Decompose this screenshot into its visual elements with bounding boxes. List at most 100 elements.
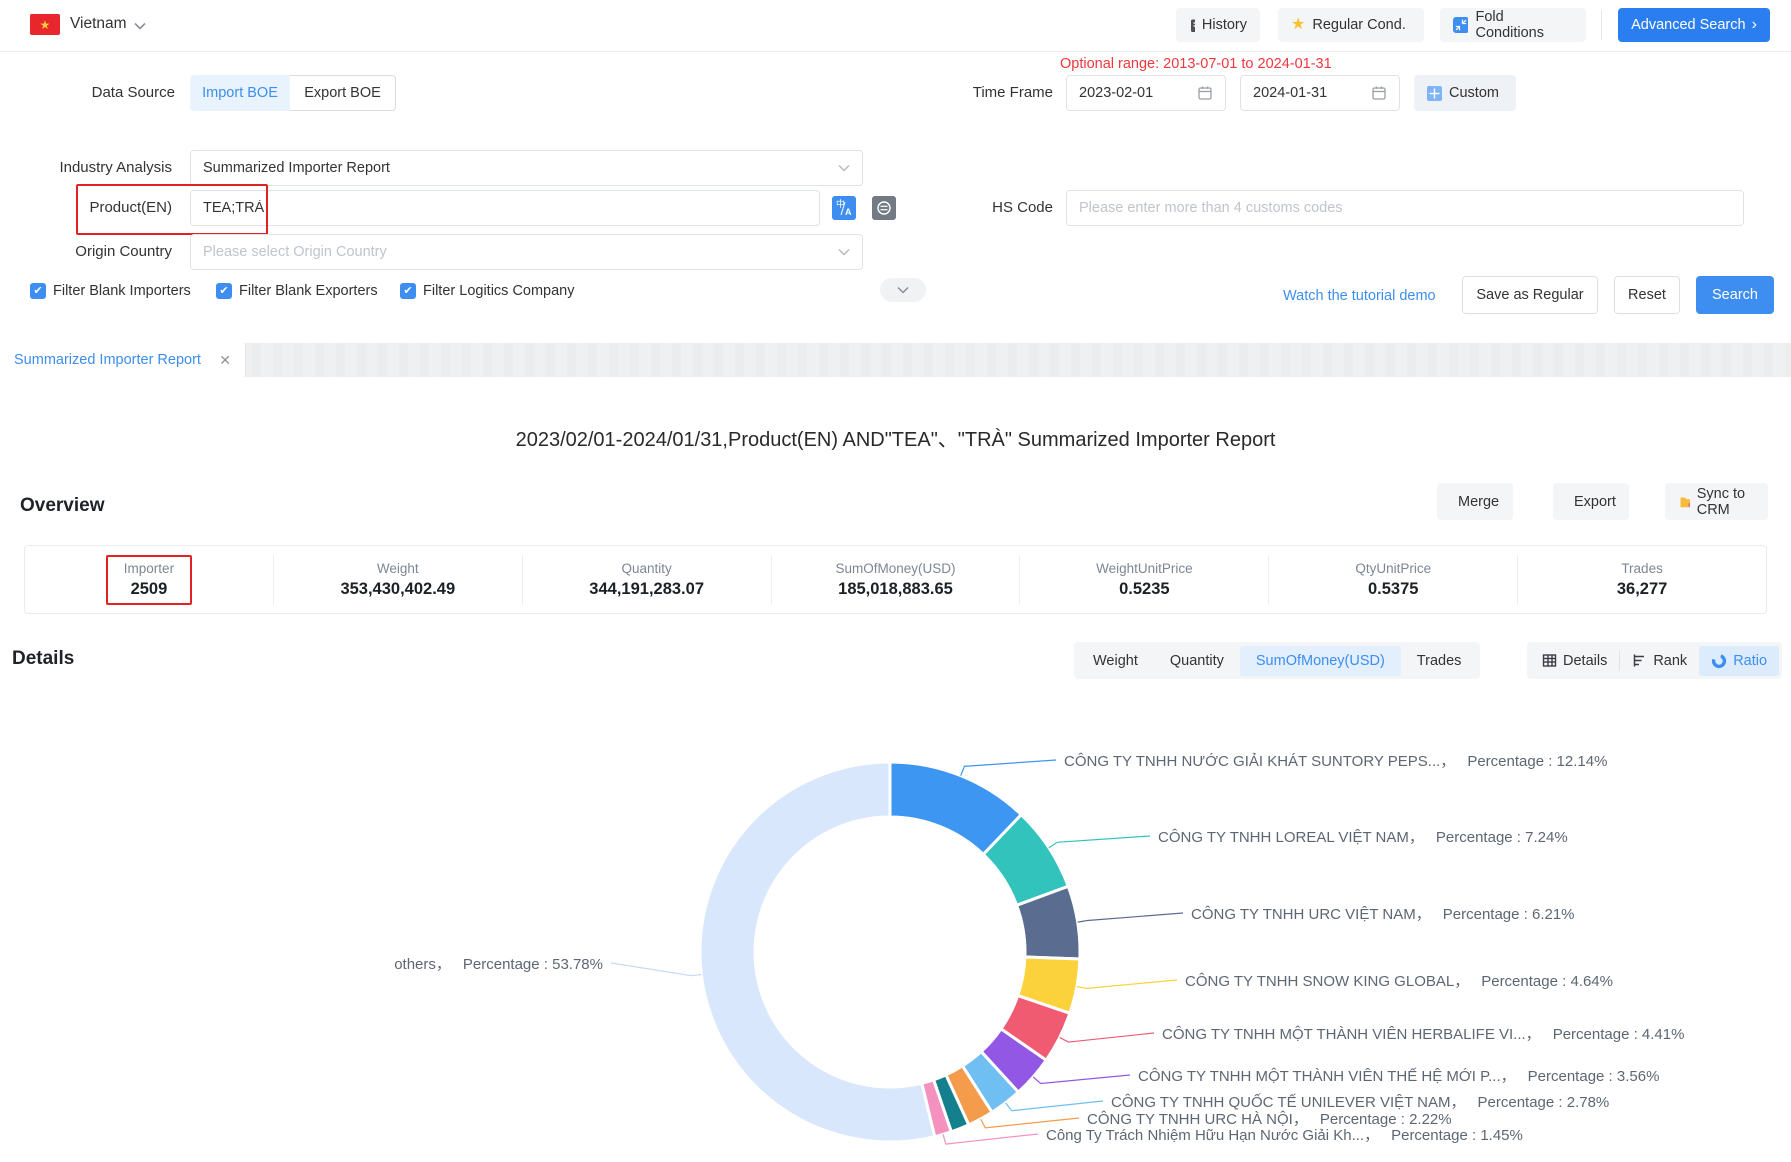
stat-label: Weight: [340, 561, 455, 576]
tab-sumofmoney-usd[interactable]: SumOfMoney(USD): [1240, 646, 1401, 676]
industry-analysis-select[interactable]: Summarized Importer Report: [190, 150, 863, 186]
stat-label: Importer: [124, 561, 174, 576]
chart-label-percentage: Percentage : 1.45%: [1391, 1127, 1523, 1144]
view-tabs: Details Rank Ratio: [1527, 642, 1782, 679]
stat-value: 344,191,283.07: [589, 580, 704, 599]
hs-code-label: HS Code: [900, 199, 1053, 216]
checkbox-checked-icon[interactable]: ✔: [30, 283, 46, 299]
watch-tutorial-link[interactable]: Watch the tutorial demo: [1283, 288, 1436, 304]
product-en-value[interactable]: [203, 200, 807, 216]
history-button[interactable]: History: [1176, 8, 1260, 42]
origin-country-select[interactable]: Please select Origin Country: [190, 234, 863, 270]
overview-stat: Trades36,277: [1517, 555, 1766, 605]
ratio-donut-chart: CÔNG TY TNHH NƯỚC GIẢI KHÁT SUNTORY PEPS…: [0, 690, 1791, 1162]
top-bar: ★ Vietnam History ★ Regular Cond. Fold C…: [0, 0, 1791, 52]
product-en-input[interactable]: [190, 190, 820, 226]
stat-label: WeightUnitPrice: [1096, 561, 1193, 576]
report-title: 2023/02/01-2024/01/31,Product(EN) AND"TE…: [0, 423, 1791, 452]
date-from-field[interactable]: 2023-02-01: [1066, 75, 1226, 111]
chart-label-name: CÔNG TY TNHH MỘT THÀNH VIÊN THẾ HỆ MỚI P…: [1138, 1068, 1516, 1085]
export-boe-tab[interactable]: Export BOE: [290, 75, 396, 111]
sync-to-crm-button[interactable]: Sync to CRM: [1665, 483, 1768, 520]
chart-label-line: [1078, 913, 1183, 922]
merge-button[interactable]: Merge: [1437, 483, 1513, 520]
tab-trades[interactable]: Trades: [1401, 646, 1478, 676]
tab-ratio-view[interactable]: Ratio: [1699, 646, 1779, 676]
translate-icon[interactable]: 中A: [832, 196, 856, 220]
fuzzy-match-icon[interactable]: [872, 196, 896, 220]
stat-label: SumOfMoney(USD): [835, 561, 955, 576]
tab-summarized-importer-report[interactable]: Summarized Importer Report ✕: [0, 343, 246, 377]
chart-label-line: [943, 1134, 1038, 1144]
chart-label-percentage: Percentage : 6.21%: [1443, 906, 1575, 923]
stat-value: 0.5235: [1096, 580, 1193, 599]
chevron-right-icon: ›: [1752, 17, 1757, 33]
stat-label: QtyUnitPrice: [1355, 561, 1431, 576]
overview-stat: QtyUnitPrice 0.5375: [1268, 555, 1517, 605]
history-icon: [1189, 18, 1195, 33]
custom-range-button[interactable]: Custom: [1414, 75, 1516, 111]
industry-analysis-label: Industry Analysis: [0, 159, 172, 176]
reset-button[interactable]: Reset: [1614, 276, 1680, 314]
divider: [1601, 10, 1602, 40]
date-to-field[interactable]: 2024-01-31: [1240, 75, 1400, 111]
vietnam-flag-icon: ★: [30, 14, 60, 35]
export-button[interactable]: Export: [1553, 483, 1629, 520]
chart-label-name: CÔNG TY TNHH LOREAL VIỆT NAM，: [1158, 829, 1424, 846]
optional-range-note: Optional range: 2013-07-01 to 2024-01-31: [1060, 56, 1332, 72]
checkbox-checked-icon[interactable]: ✔: [216, 283, 232, 299]
stat-value: 2509: [124, 580, 174, 599]
stat-value: 353,430,402.49: [340, 580, 455, 599]
calendar-icon: [1197, 85, 1213, 101]
table-icon: [1542, 653, 1557, 668]
chart-label: CÔNG TY TNHH MỘT THÀNH VIÊN THẾ HỆ MỚI P…: [1138, 1065, 1659, 1086]
stat-label: Trades: [1617, 561, 1667, 576]
overview-stat: Quantity344,191,283.07: [522, 555, 771, 605]
tab-quantity[interactable]: Quantity: [1154, 646, 1240, 676]
overview-stats-card: Importer 2509 Weight 353,430,402.49 Quantity…: [24, 545, 1767, 614]
chart-label: CÔNG TY TNHH NƯỚC GIẢI KHÁT SUNTORY PEPS…: [1064, 750, 1607, 771]
regular-cond-button[interactable]: ★ Regular Cond.: [1278, 8, 1424, 42]
hs-code-value[interactable]: [1079, 200, 1731, 216]
close-icon[interactable]: ✕: [219, 352, 231, 369]
chart-label-name: others，: [394, 956, 451, 973]
rank-icon: [1632, 653, 1647, 668]
chevron-down-icon[interactable]: [134, 22, 146, 30]
save-as-regular-button[interactable]: Save as Regular: [1462, 276, 1598, 314]
chart-label-name: CÔNG TY TNHH MỘT THÀNH VIÊN HERBALIFE VI…: [1162, 1026, 1541, 1043]
calendar-icon: [1371, 85, 1387, 101]
filter-logitics-company-checkbox[interactable]: ✔ Filter Logitics Company: [400, 283, 575, 299]
donut-slice[interactable]: [700, 762, 935, 1142]
chart-label-name: CÔNG TY TNHH NƯỚC GIẢI KHÁT SUNTORY PEPS…: [1064, 753, 1455, 770]
chart-label-line: [1033, 1075, 1130, 1084]
time-frame-label: Time Frame: [900, 84, 1053, 101]
tab-weight[interactable]: Weight: [1077, 646, 1154, 676]
filter-blank-importers-checkbox[interactable]: ✔ Filter Blank Importers: [30, 283, 191, 299]
chart-label-line: [1077, 980, 1177, 988]
chevron-down-icon: [838, 248, 850, 256]
chart-label: CÔNG TY TNHH LOREAL VIỆT NAM， Percentage …: [1158, 826, 1568, 847]
custom-grid-icon: [1427, 86, 1442, 101]
expand-conditions-button[interactable]: [880, 278, 926, 302]
country-selector[interactable]: Vietnam: [70, 15, 127, 33]
filter-blank-exporters-checkbox[interactable]: ✔ Filter Blank Exporters: [216, 283, 378, 299]
advanced-search-button[interactable]: Advanced Search ›: [1618, 8, 1770, 42]
star-icon: ★: [1291, 17, 1305, 33]
chart-label-percentage: Percentage : 2.78%: [1478, 1094, 1610, 1111]
chart-label-line: [1060, 1033, 1154, 1042]
crm-folder-icon: [1679, 494, 1690, 509]
stat-value: 0.5375: [1355, 580, 1431, 599]
tab-rank-view[interactable]: Rank: [1620, 646, 1699, 676]
tab-details-view[interactable]: Details: [1530, 646, 1619, 676]
report-tab-strip: Summarized Importer Report ✕: [0, 343, 1791, 377]
checkbox-checked-icon[interactable]: ✔: [400, 283, 416, 299]
import-boe-tab[interactable]: Import BOE: [190, 75, 290, 111]
stat-value: 185,018,883.65: [835, 580, 955, 599]
overview-heading: Overview: [20, 495, 105, 517]
search-button[interactable]: Search: [1696, 276, 1774, 314]
hs-code-input[interactable]: [1066, 190, 1744, 226]
chart-label-percentage: Percentage : 53.78%: [463, 956, 603, 973]
metric-tabs: Weight Quantity SumOfMoney(USD) Trades: [1074, 642, 1480, 679]
fold-conditions-button[interactable]: Fold Conditions: [1440, 8, 1586, 42]
chart-label-percentage: Percentage : 7.24%: [1436, 829, 1568, 846]
